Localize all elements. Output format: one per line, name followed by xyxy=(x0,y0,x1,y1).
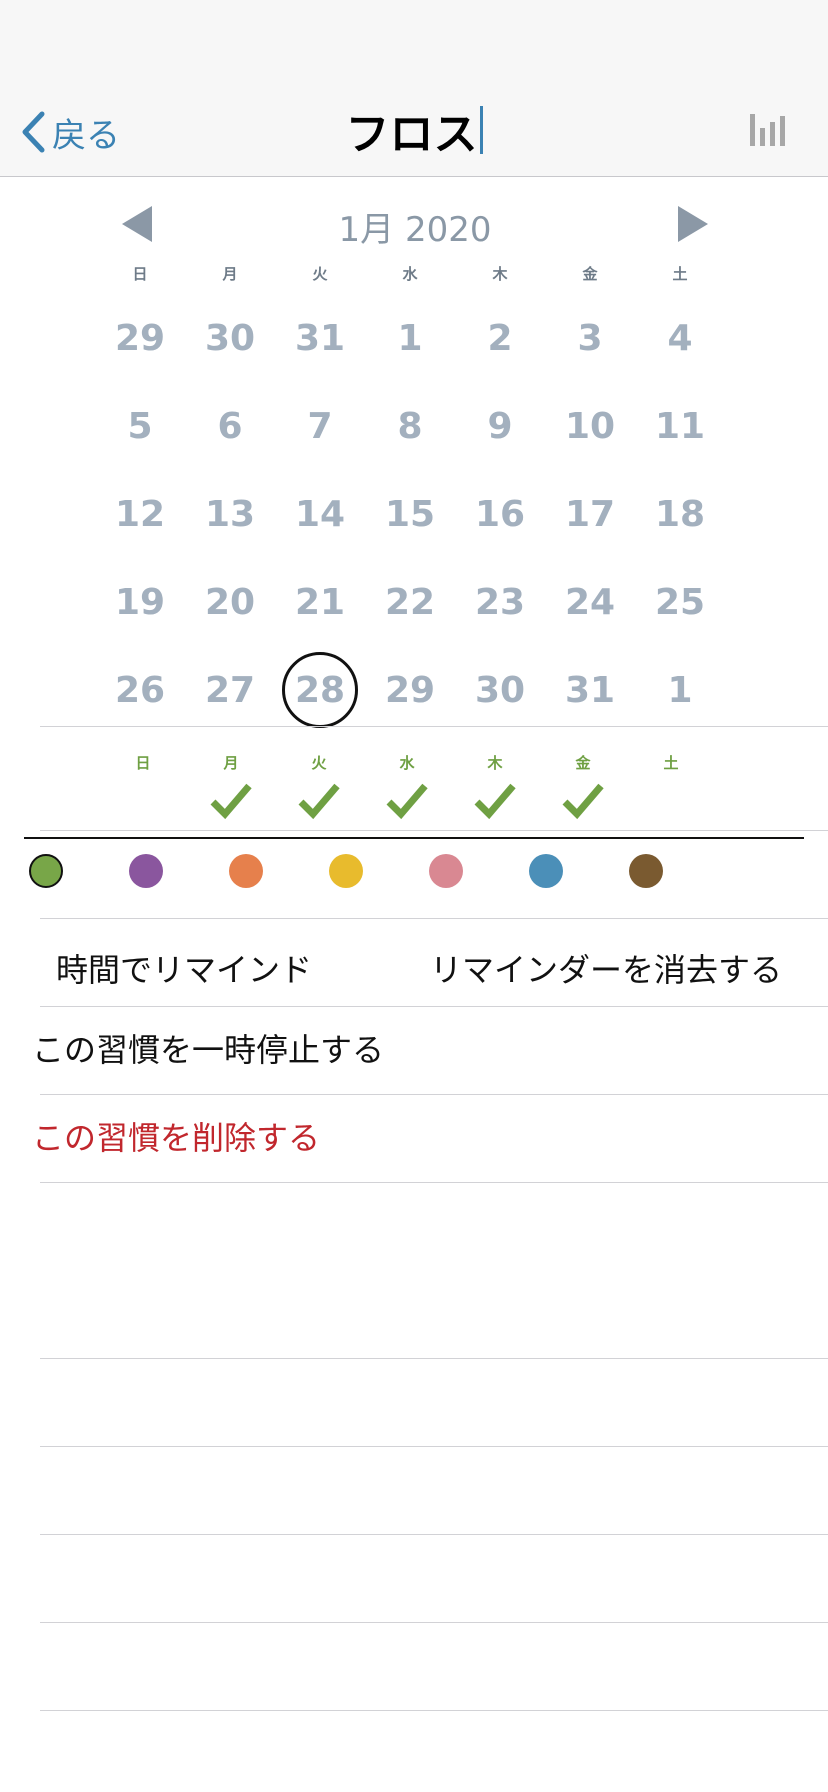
divider xyxy=(40,1534,828,1535)
calendar-day[interactable]: 7 xyxy=(282,388,358,464)
weekday-label: 金 xyxy=(582,265,598,283)
calendar-day[interactable]: 31 xyxy=(552,652,628,728)
divider-strong xyxy=(24,837,804,839)
calendar-day[interactable]: 15 xyxy=(372,476,448,552)
calendar-day[interactable]: 30 xyxy=(192,300,268,376)
calendar-day[interactable]: 17 xyxy=(552,476,628,552)
color-swatch[interactable] xyxy=(429,854,463,888)
check-icon[interactable] xyxy=(385,780,429,820)
stats-button[interactable] xyxy=(748,112,788,148)
divider xyxy=(40,1446,828,1447)
calendar-day[interactable]: 2 xyxy=(462,300,538,376)
weekday-label: 日 xyxy=(132,265,148,283)
bar-chart-icon xyxy=(750,114,785,146)
divider xyxy=(40,918,828,919)
divider xyxy=(40,830,828,831)
weekday-label: 月 xyxy=(222,265,238,283)
calendar-day[interactable]: 24 xyxy=(552,564,628,640)
week-day-label: 金 xyxy=(575,754,591,772)
triangle-left-icon xyxy=(122,206,152,242)
next-month-button[interactable] xyxy=(672,204,712,244)
title-field[interactable]: フロス xyxy=(0,98,828,162)
calendar-day[interactable]: 1 xyxy=(372,300,448,376)
previous-month-button[interactable] xyxy=(118,204,158,244)
check-icon[interactable] xyxy=(297,780,341,820)
week-day-label: 日 xyxy=(135,754,151,772)
divider xyxy=(40,726,828,727)
color-swatch[interactable] xyxy=(129,854,163,888)
calendar-day[interactable]: 6 xyxy=(192,388,268,464)
clear-reminder-button[interactable]: リマインダーを消去する xyxy=(430,948,782,992)
text-caret xyxy=(479,106,483,154)
calendar-day[interactable]: 10 xyxy=(552,388,628,464)
calendar-day[interactable]: 19 xyxy=(102,564,178,640)
calendar-day[interactable]: 22 xyxy=(372,564,448,640)
calendar-day[interactable]: 29 xyxy=(372,652,448,728)
check-icon[interactable] xyxy=(473,780,517,820)
calendar-day[interactable]: 13 xyxy=(192,476,268,552)
week-day-label: 火 xyxy=(311,754,327,772)
calendar-day[interactable]: 20 xyxy=(192,564,268,640)
calendar-day[interactable]: 26 xyxy=(102,652,178,728)
triangle-right-icon xyxy=(678,206,708,242)
divider xyxy=(40,1710,828,1711)
calendar-day[interactable]: 8 xyxy=(372,388,448,464)
week-day-label: 水 xyxy=(399,754,415,772)
calendar-day[interactable]: 27 xyxy=(192,652,268,728)
check-icon[interactable] xyxy=(561,780,605,820)
habit-title[interactable]: フロス xyxy=(346,98,478,162)
calendar-day[interactable]: 11 xyxy=(642,388,718,464)
calendar-day[interactable]: 23 xyxy=(462,564,538,640)
color-swatch[interactable] xyxy=(529,854,563,888)
calendar-day[interactable]: 9 xyxy=(462,388,538,464)
check-icon[interactable] xyxy=(209,780,253,820)
color-swatch[interactable] xyxy=(329,854,363,888)
calendar-day[interactable]: 21 xyxy=(282,564,358,640)
divider xyxy=(40,1622,828,1623)
calendar-day[interactable]: 4 xyxy=(642,300,718,376)
color-swatch[interactable] xyxy=(629,854,663,888)
calendar-day[interactable]: 16 xyxy=(462,476,538,552)
delete-habit-button[interactable]: この習慣を削除する xyxy=(32,1116,320,1160)
divider xyxy=(40,1006,828,1007)
divider xyxy=(40,1358,828,1359)
weekday-label: 木 xyxy=(492,265,508,283)
calendar-day[interactable]: 29 xyxy=(102,300,178,376)
month-label: 1月 2020 xyxy=(338,210,492,250)
divider xyxy=(40,1094,828,1095)
calendar-day[interactable]: 31 xyxy=(282,300,358,376)
calendar-day-selected[interactable]: 28 xyxy=(282,652,358,728)
calendar-day[interactable]: 18 xyxy=(642,476,718,552)
weekday-label: 土 xyxy=(672,265,688,283)
calendar-day[interactable]: 5 xyxy=(102,388,178,464)
weekday-label: 火 xyxy=(312,265,328,283)
calendar-day[interactable]: 3 xyxy=(552,300,628,376)
week-day-label: 土 xyxy=(663,754,679,772)
calendar-day[interactable]: 12 xyxy=(102,476,178,552)
remind-by-time-button[interactable]: 時間でリマインド xyxy=(56,948,312,992)
calendar-day[interactable]: 25 xyxy=(642,564,718,640)
calendar-day[interactable]: 30 xyxy=(462,652,538,728)
calendar-day[interactable]: 14 xyxy=(282,476,358,552)
calendar-day[interactable]: 1 xyxy=(642,652,718,728)
color-swatch[interactable] xyxy=(229,854,263,888)
divider xyxy=(40,1182,828,1183)
weekday-label: 水 xyxy=(402,265,418,283)
week-day-label: 木 xyxy=(487,754,503,772)
week-day-label: 月 xyxy=(223,754,239,772)
color-swatch[interactable] xyxy=(29,854,63,888)
pause-habit-button[interactable]: この習慣を一時停止する xyxy=(32,1028,384,1072)
